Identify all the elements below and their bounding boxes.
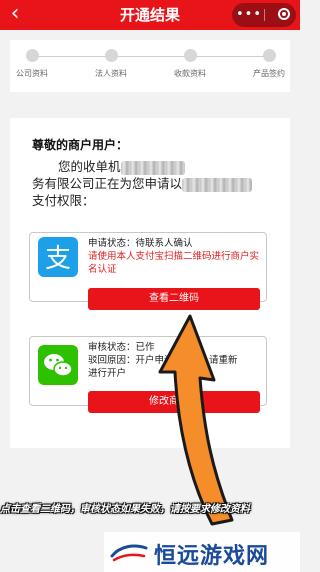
steps-connector-line [32,56,268,57]
view-qr-code-button[interactable]: 查看二维码 [88,288,260,310]
step-legal-person-info: 法人资料 [76,49,146,79]
wechat-reject-reason-cont: 进行开户 [88,368,127,379]
svg-text:支: 支 [45,244,71,274]
wechat-info: 审核状态：已作 驳回原因：开户申请 ，请重新 进行开户 [88,341,260,380]
wechat-channel-card: 审核状态：已作 驳回原因：开户申请 ，请重新 进行开户 修改商户资 [29,336,267,413]
watermark-text: 恒远游戏网 [154,544,270,569]
step-product-signing: 产品签约 [234,49,304,79]
alipay-info: 申请状态：待联系人确认 请使用本人支付宝扫描二维码进行商户实名认证 [88,237,260,276]
more-menu-button[interactable]: ••• [236,3,262,27]
title-bar: ‹ 开通结果 ••• [0,0,300,30]
step-label: 产品签约 [253,69,285,78]
wechat-review-status: 审核状态：已作 [88,342,155,353]
watermark-logo-icon [110,544,148,562]
progress-steps: 公司资料 法人资料 收款资料 产品签约 [10,40,290,92]
instruction-caption: 点击查看二维码，审核状态如果失败，请按要求修改资料 [0,504,250,515]
message-line-1: 您的收单机 [58,159,121,174]
capsule-divider [264,9,265,21]
message-line-3: 支付权限： [32,193,95,208]
step-label: 法人资料 [95,69,127,78]
wechat-reject-reason: 驳回原因：开户申请 ，请重新 [88,355,238,366]
step-label: 公司资料 [16,69,48,78]
step-dot [104,49,118,62]
step-company-info: 公司资料 [0,49,67,79]
step-payment-info: 收款资料 [155,49,225,79]
step-dot [25,49,39,62]
redacted-text [182,177,253,192]
close-icon[interactable] [278,8,290,20]
alipay-notice: 请使用本人支付宝扫描二维码进行商户实名认证 [88,251,260,275]
result-message: 您的收单机 务有限公司正在为您申请以 支付权限： [32,158,280,209]
step-label: 收款资料 [174,69,206,78]
redacted-text [120,160,185,175]
message-line-2: 务有限公司正在为您申请以 [32,176,183,191]
edit-merchant-info-button[interactable]: 修改商户资 [88,391,260,413]
site-watermark: 恒远游戏网 [104,532,300,572]
step-dot [183,49,197,62]
alipay-icon: 支 [38,237,78,277]
step-dot [262,49,276,62]
wechat-icon [38,345,78,385]
alipay-channel-card: 支 申请状态：待联系人确认 请使用本人支付宝扫描二维码进行商户实名认证 查看二维… [29,232,267,310]
mini-program-capsule: ••• [232,3,296,27]
greeting: 尊敬的商户用户： [32,138,129,152]
alipay-status: 申请状态：待联系人确认 [88,238,193,249]
